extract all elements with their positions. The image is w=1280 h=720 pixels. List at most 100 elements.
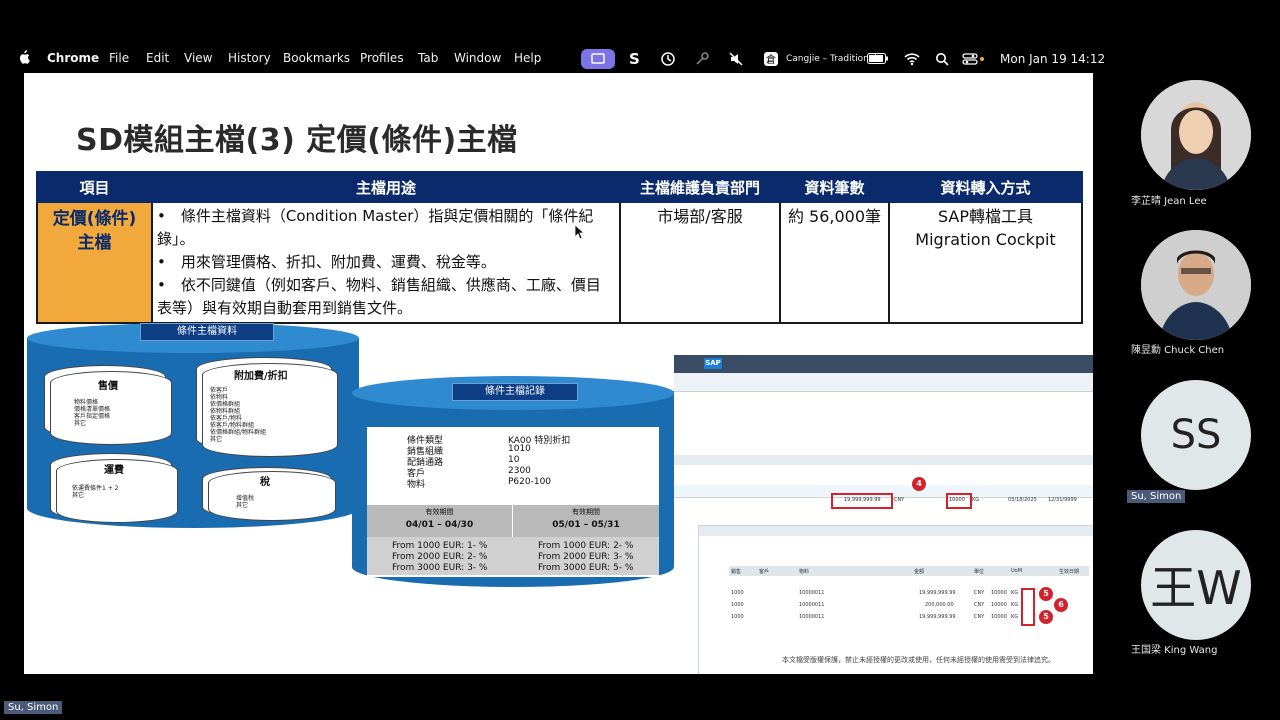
col-header-dept: 主檔維護負責部門 <box>619 171 781 203</box>
surcharge-box-title: 附加費/折扣 <box>234 371 288 382</box>
participant-photo-icon <box>1141 230 1251 340</box>
mute-icon[interactable] <box>728 51 744 67</box>
uom-value: KG <box>972 497 980 503</box>
row2-currency: CNY <box>974 602 985 608</box>
qty-value: 10000 <box>949 497 965 503</box>
result-row-2: 1000 10000011 200,000.00 CNY 10000 KG <box>729 600 1089 610</box>
menu-tab[interactable]: Tab <box>418 51 438 65</box>
record-value-5: P620-100 <box>508 477 552 487</box>
col-customer: 客戶 <box>759 569 770 575</box>
date-to: 12/31/9999 <box>1048 497 1077 503</box>
surcharge-box-lines: 依客戶 依物料 依價格群組 依物料群組 依客戶/物料 依客戶/物料群組 依價格群… <box>210 387 267 443</box>
record-key-5: 物料 <box>407 480 426 490</box>
wifi-icon[interactable] <box>904 52 920 66</box>
participant-avatar-su-simon[interactable]: SS <box>1141 380 1251 490</box>
row1-qty: 10000 <box>991 590 1007 596</box>
menu-history[interactable]: History <box>228 51 271 65</box>
key-icon[interactable] <box>695 51 711 67</box>
price-box-title: 售價 <box>98 381 118 392</box>
svg-text:倉: 倉 <box>766 53 776 66</box>
tax-box-front <box>208 471 336 521</box>
record-value-2: 1010 <box>508 444 531 454</box>
row1-material: 10000011 <box>799 590 825 596</box>
timer-icon[interactable] <box>660 51 676 67</box>
battery-icon[interactable] <box>867 53 889 65</box>
screen-share-indicator-icon[interactable] <box>581 49 615 69</box>
row2-material: 10000011 <box>799 602 825 608</box>
method-line-2: Migration Cockpit <box>915 230 1056 249</box>
amount-value: 19,999,999.99 <box>844 497 881 503</box>
row3-material: 10000011 <box>799 614 825 620</box>
rows-highlight <box>1021 588 1035 626</box>
participant-name-jean-lee: 李芷晴 Jean Lee <box>1131 196 1207 207</box>
participant-name-king-wang: 王国梁 King Wang <box>1131 645 1218 656</box>
col-header-item: 項目 <box>36 171 153 203</box>
clock[interactable]: Mon Jan 19 14:12 <box>1000 52 1105 66</box>
menu-file[interactable]: File <box>109 51 129 65</box>
record-value-3: 10 <box>508 455 520 465</box>
row3-qty: 10000 <box>991 614 1007 620</box>
participant-video-jean-lee[interactable] <box>1141 80 1251 190</box>
menu-window[interactable]: Window <box>454 51 501 65</box>
row2-amount: 200,000.00 <box>925 602 954 608</box>
record-value-4: 2300 <box>508 466 531 476</box>
row3-amount: 19,999,999.99 <box>919 614 956 620</box>
menu-profiles[interactable]: Profiles <box>360 51 404 65</box>
spotlight-search-icon[interactable] <box>935 52 949 66</box>
row1-sales: 1000 <box>731 590 744 596</box>
item-cell: 定價(條件)主檔 <box>36 201 153 324</box>
price-box-lines: 物料價格 價格清單價格 客戶指定價格 其它 <box>74 399 111 427</box>
period-b-scales: From 1000 EUR: 2- % From 2000 EUR: 3- % … <box>538 541 633 574</box>
scale-a-3: From 3000 EUR: 3- % <box>392 563 488 573</box>
col-amount: 金額 <box>914 569 925 575</box>
col-header-purpose: 主檔用途 <box>151 171 621 203</box>
col-sales: 銷售 <box>731 569 742 575</box>
s-app-icon[interactable]: S <box>628 50 642 66</box>
participant-video-chuck-chen[interactable] <box>1141 230 1251 340</box>
apple-icon[interactable] <box>18 50 30 64</box>
col-header-count: 資料筆數 <box>779 171 890 203</box>
callout-5a-icon: 5 <box>1039 587 1053 601</box>
scale-a-2: From 2000 EUR: 2- % <box>392 552 488 562</box>
sap-result-header: 銷售 客戶 物料 金額 單位 UoM 生效日期 <box>729 566 1089 576</box>
participant-avatar-king-wang[interactable]: 王W <box>1141 530 1251 640</box>
row3-uom: KG <box>1011 614 1019 620</box>
result-row-3: 1000 10000011 19,999,999.99 CNY 10000 KG <box>729 612 1089 622</box>
menu-app-name[interactable]: Chrome <box>47 51 99 65</box>
condition-record-label: 條件主檔記錄 <box>452 383 578 401</box>
menu-bookmarks[interactable]: Bookmarks <box>283 51 350 65</box>
period-a-header: 有效期間 04/01 – 04/30 <box>367 505 513 537</box>
row3-sales: 1000 <box>731 614 744 620</box>
purpose-cell: • 條件主檔資料（Condition Master）指與定價相關的「條件紀錄」。… <box>151 201 621 324</box>
sap-title-bar: SAP <box>674 355 1093 373</box>
scale-b-3: From 3000 EUR: 5- % <box>538 563 634 573</box>
sap-result-list: 銷售 客戶 物料 金額 單位 UoM 生效日期 1000 10000011 19… <box>698 525 1093 674</box>
period-b-label: 05/01 – 05/31 <box>552 520 620 530</box>
count-cell: 約 56,000筆 <box>779 201 890 324</box>
menu-view[interactable]: View <box>184 51 212 65</box>
period-b-validity-label: 有效期間 <box>572 508 600 516</box>
shared-slide: SD模組主檔(3) 定價(條件)主檔 項目 主檔用途 主檔維護負責部門 資料筆數… <box>24 73 1093 674</box>
menu-edit[interactable]: Edit <box>146 51 169 65</box>
slide-title: SD模組主檔(3) 定價(條件)主檔 <box>76 123 518 158</box>
svg-text:S: S <box>629 50 640 66</box>
purpose-bullet-2: • 用來管理價格、折扣、附加費、運費、稅金等。 <box>157 253 496 271</box>
callout-6-icon: 6 <box>1054 598 1068 612</box>
col-valid-from: 生效日期 <box>1059 569 1080 575</box>
recording-dot-icon <box>980 57 984 61</box>
row2-uom: KG <box>1011 602 1019 608</box>
row2-qty: 10000 <box>991 602 1007 608</box>
callout-4-icon: 4 <box>912 477 926 491</box>
presenter-tag: Su, Simon <box>4 701 63 714</box>
col-uom: UoM <box>1011 568 1023 574</box>
scale-a-1: From 1000 EUR: 1- % <box>392 541 488 551</box>
control-center-icon[interactable] <box>962 51 978 67</box>
input-method-icon[interactable]: 倉 <box>763 51 779 67</box>
row1-uom: KG <box>1011 590 1019 596</box>
participant-name-chuck-chen: 陳昱勳 Chuck Chen <box>1131 345 1225 356</box>
input-method-label[interactable]: Cangjie – Traditional <box>786 54 877 64</box>
menu-help[interactable]: Help <box>514 51 541 65</box>
purpose-bullet-1: • 條件主檔資料（Condition Master）指與定價相關的「條件紀錄」。 <box>157 207 594 248</box>
copyright-footer: 本文檔受版權保護，禁止未經授權的更改或使用，任何未經授權的使用需受到法律追究。 <box>782 656 1055 664</box>
dept-cell: 市場部/客服 <box>619 201 781 324</box>
